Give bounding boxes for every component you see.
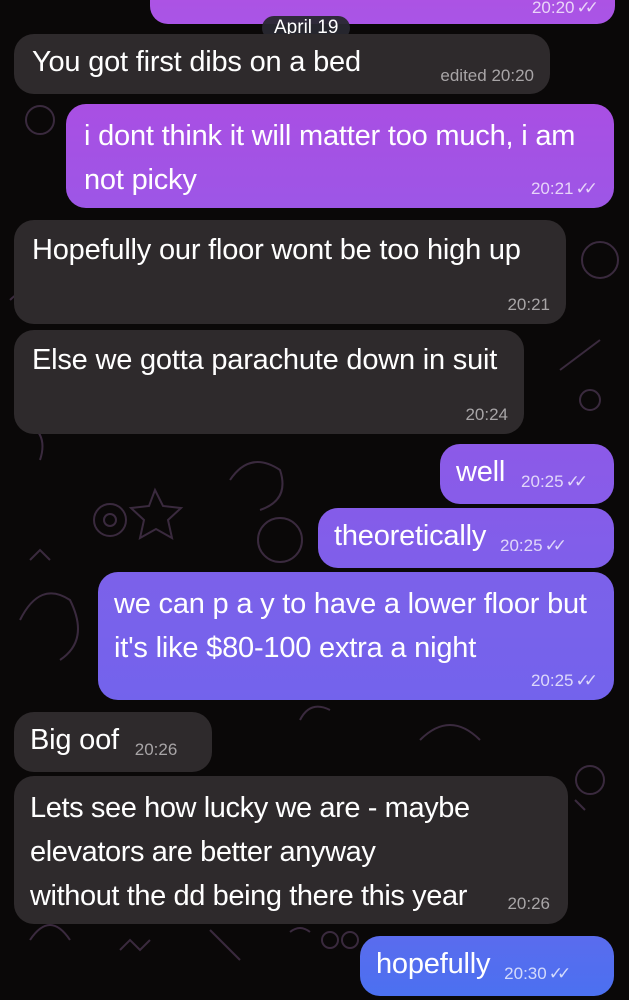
message-meta: 20:25 ✓✓ [521, 472, 588, 492]
message-text: Hopefully our floor wont be too high up [32, 234, 521, 266]
message-meta: 20:25 ✓✓ [500, 536, 567, 556]
message-bubble-incoming[interactable]: Lets see how lucky we are - maybe elevat… [14, 776, 568, 924]
message-meta: 20:21 ✓✓ [530, 179, 598, 199]
message-time: 20:26 [507, 894, 550, 913]
message-bubble-outgoing[interactable]: we can p a y to have a lower floor but i… [98, 572, 614, 700]
message-text: theoretically [334, 520, 487, 552]
message-bubble-outgoing[interactable]: well 20:25 ✓✓ [440, 444, 614, 504]
message-bubble-incoming[interactable]: Else we gotta parachute down in suit 20:… [14, 330, 524, 434]
message-bubble-outgoing[interactable]: i dont think it will matter too much, i … [66, 104, 614, 208]
read-check-icon: ✓✓ [576, 0, 599, 17]
message-time: 20:26 [134, 740, 178, 759]
message-text: i dont think it will matter too much, i … [84, 120, 576, 196]
message-bubble-incoming[interactable]: You got first dibs on a bed edited 20:20 [14, 34, 550, 94]
message-time: 20:25 [530, 671, 574, 690]
message-time: 20:20 [531, 0, 575, 17]
message-text: Big oof [30, 724, 119, 756]
message-meta: 20:30 ✓✓ [504, 964, 571, 984]
message-time: 20:21 [507, 295, 550, 314]
message-meta: 20:20 ✓✓ [531, 0, 599, 18]
message-text: we can p a y to have a lower floor but i… [114, 588, 587, 664]
message-time: 20:20 [491, 66, 534, 85]
edited-label: edited [440, 66, 487, 85]
message-bubble-outgoing[interactable]: theoretically 20:25 ✓✓ [318, 508, 614, 568]
message-text: Lets see how lucky we are - maybe elevat… [30, 792, 470, 912]
message-time: 20:21 [530, 179, 574, 198]
message-bubble-outgoing-partial[interactable]: 20:20 ✓✓ [150, 0, 615, 24]
message-meta: 20:26 [135, 740, 178, 760]
message-bubble-incoming[interactable]: Hopefully our floor wont be too high up … [14, 220, 566, 324]
message-time: 20:25 [521, 472, 564, 491]
read-check-icon: ✓✓ [548, 964, 571, 983]
read-check-icon: ✓✓ [565, 472, 588, 491]
message-meta: 20:21 [507, 295, 550, 315]
read-check-icon: ✓✓ [575, 671, 598, 690]
message-bubble-incoming[interactable]: Big oof 20:26 [14, 712, 212, 772]
chat-history[interactable]: 20:20 ✓✓ April 19 You got first dibs on a… [0, 0, 629, 1000]
message-time: 20:24 [465, 405, 508, 424]
message-time: 20:30 [504, 964, 547, 983]
message-text: Else we gotta parachute down in suit [32, 344, 498, 376]
message-time: 20:25 [500, 536, 543, 555]
message-meta: edited 20:20 [440, 66, 534, 86]
message-meta: 20:26 [507, 894, 550, 914]
message-meta: 20:25 ✓✓ [530, 671, 598, 691]
read-check-icon: ✓✓ [575, 179, 598, 198]
message-text: hopefully [376, 948, 491, 980]
message-meta: 20:24 [465, 405, 508, 425]
message-text: well [456, 456, 506, 488]
message-bubble-outgoing[interactable]: hopefully 20:30 ✓✓ [360, 936, 614, 996]
read-check-icon: ✓✓ [544, 536, 567, 555]
